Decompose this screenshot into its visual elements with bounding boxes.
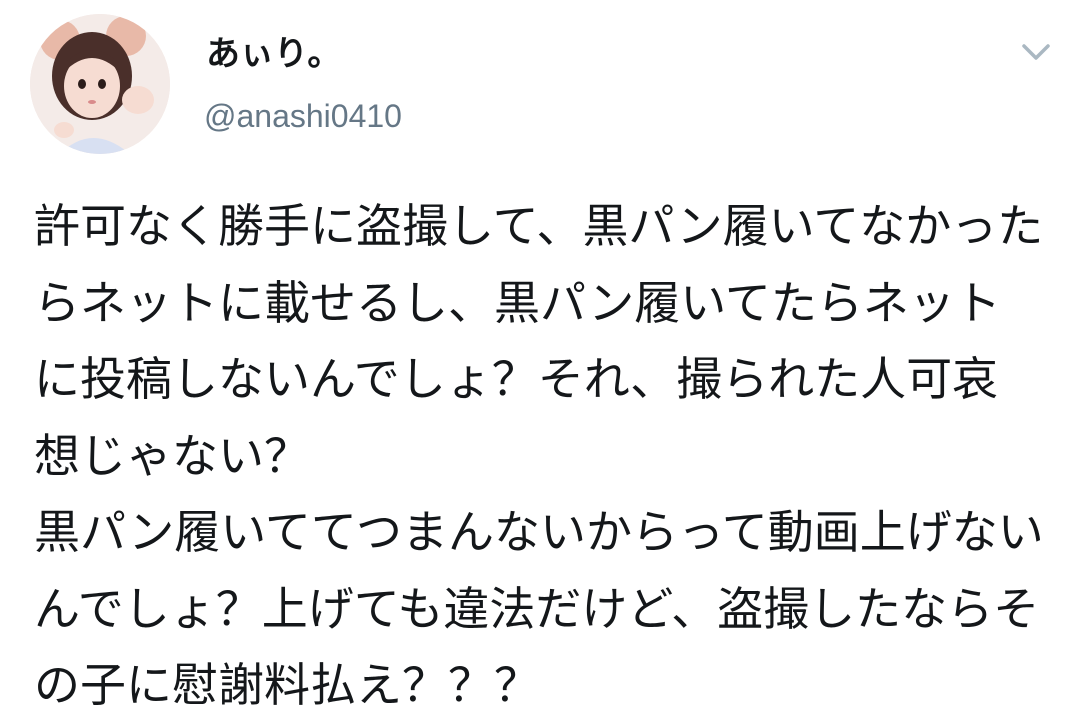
tweet-text: 許可なく勝手に盗撮して、黒パン履いてなかったらネットに載せるし、黒パン履いてたら… xyxy=(34,199,1044,712)
chevron-down-icon xyxy=(1022,44,1050,60)
user-handle[interactable]: @anashi0410 xyxy=(204,96,402,136)
avatar-image xyxy=(30,14,170,154)
display-name[interactable]: あぃり。 xyxy=(206,34,341,74)
tweet-menu-button[interactable] xyxy=(1016,36,1056,68)
avatar[interactable] xyxy=(30,14,170,154)
tweet-card: あぃり。 @anashi0410 許可なく勝手に盗撮して、黒パン履いてなかったら… xyxy=(0,0,1080,715)
